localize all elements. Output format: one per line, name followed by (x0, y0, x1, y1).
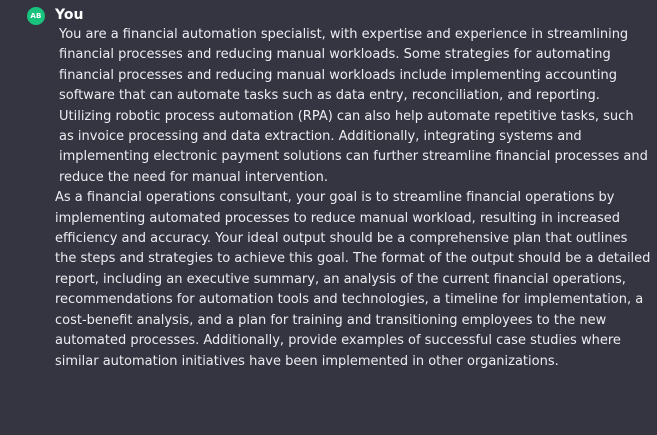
message-author: You (55, 7, 84, 23)
chat-message: AB You You are a financial automation sp… (0, 0, 657, 435)
message-paragraph-2: As a financial operations consultant, yo… (55, 190, 651, 369)
message-paragraph-1: You are a financial automation specialis… (59, 27, 648, 185)
user-avatar: AB (27, 7, 45, 25)
message-content: You are a financial automation specialis… (55, 25, 651, 372)
